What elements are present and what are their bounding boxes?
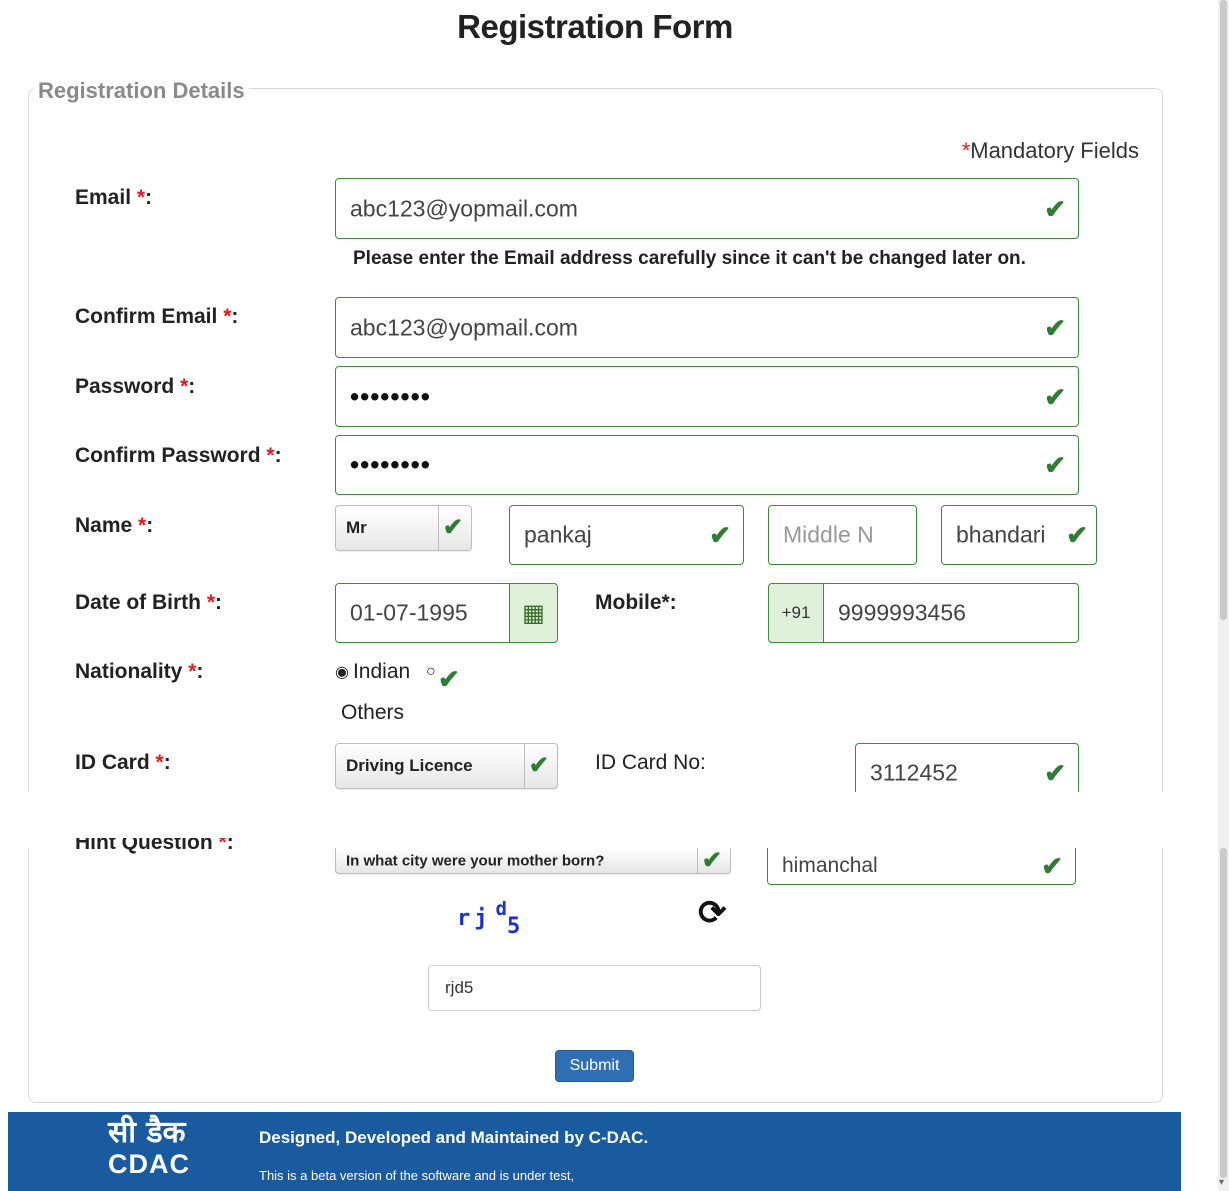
confirm-password-label: Confirm Password *:: [75, 444, 282, 467]
dob-label: Date of Birth *:: [75, 591, 223, 614]
id-card-label: ID Card *:: [75, 751, 171, 774]
email-note: Please enter the Email address carefully…: [353, 248, 1026, 269]
nationality-indian-option[interactable]: ◉ Indian ○: [335, 660, 440, 684]
hint-answer-field[interactable]: himanchal ✔: [767, 848, 1076, 885]
email-label: Email *:: [75, 186, 153, 209]
check-icon: ✔: [1044, 450, 1066, 480]
mobile-prefix: +91: [768, 583, 824, 643]
last-name-field[interactable]: bhandari ✔: [941, 505, 1097, 565]
middle-name-field[interactable]: Middle N: [768, 505, 917, 565]
submit-button[interactable]: Submit: [555, 1050, 634, 1082]
id-card-no-label: ID Card No:: [595, 751, 706, 774]
scrollbar-thumb-lower[interactable]: [1220, 848, 1227, 1178]
page-title: Registration Form: [457, 8, 733, 45]
footer-beta-note: This is a beta version of the software a…: [259, 1168, 575, 1183]
check-icon: ✔: [701, 846, 722, 874]
mobile-label: Mobile*:: [595, 591, 677, 614]
check-icon: ✔: [1044, 758, 1066, 788]
first-name-field[interactable]: pankaj ✔: [509, 505, 744, 565]
email-field[interactable]: abc123@yopmail.com ✔: [335, 178, 1079, 239]
confirm-password-field[interactable]: •••••••• ✔: [335, 435, 1079, 495]
check-icon: ✔: [442, 514, 463, 541]
confirm-email-label: Confirm Email *:: [75, 305, 239, 328]
footer-credit: Designed, Developed and Maintained by C-…: [259, 1128, 649, 1147]
mandatory-note: *Mandatory Fields: [961, 138, 1139, 163]
check-icon: ✔: [1044, 312, 1066, 343]
hint-question-label: Hint Question *:: [75, 838, 234, 854]
captcha-input[interactable]: rjd5: [428, 965, 761, 1011]
mobile-field[interactable]: 9999993456: [823, 583, 1079, 643]
hint-question-select[interactable]: In what city were your mother born? ✔: [335, 848, 731, 874]
id-card-select[interactable]: Driving Licence ✔: [335, 743, 558, 789]
check-icon: ✔: [1044, 193, 1066, 224]
fieldset-legend: Registration Details: [34, 78, 249, 104]
confirm-email-field[interactable]: abc123@yopmail.com ✔: [335, 297, 1079, 358]
password-label: Password *:: [75, 375, 196, 398]
nationality-label: Nationality *:: [75, 660, 204, 683]
required-star: *: [961, 138, 971, 163]
cdac-logo: सी डैक CDAC: [108, 1115, 190, 1179]
check-icon: ✔: [438, 664, 460, 694]
name-label: Name *:: [75, 514, 154, 537]
scroll-down-icon[interactable]: ▾: [1219, 1177, 1224, 1188]
dob-field[interactable]: 01-07-1995: [335, 583, 510, 643]
radio-icon[interactable]: ○: [426, 663, 436, 681]
captcha-image: r j d5: [457, 898, 521, 939]
scrollbar-thumb[interactable]: [1220, 0, 1227, 620]
refresh-icon[interactable]: ⟳: [698, 893, 727, 933]
radio-icon[interactable]: ◉: [335, 662, 349, 682]
password-field[interactable]: •••••••• ✔: [335, 366, 1079, 427]
nationality-others-option[interactable]: Others: [341, 701, 404, 725]
footer: सी डैक CDAC Designed, Developed and Main…: [8, 1112, 1181, 1191]
check-icon: ✔: [1044, 381, 1066, 412]
check-icon: ✔: [1041, 851, 1063, 881]
check-icon: ✔: [528, 752, 549, 779]
calendar-icon[interactable]: ▦: [509, 583, 558, 643]
name-title-select[interactable]: Mr ✔: [335, 505, 472, 551]
check-icon: ✔: [1066, 520, 1088, 550]
check-icon: ✔: [709, 520, 731, 550]
